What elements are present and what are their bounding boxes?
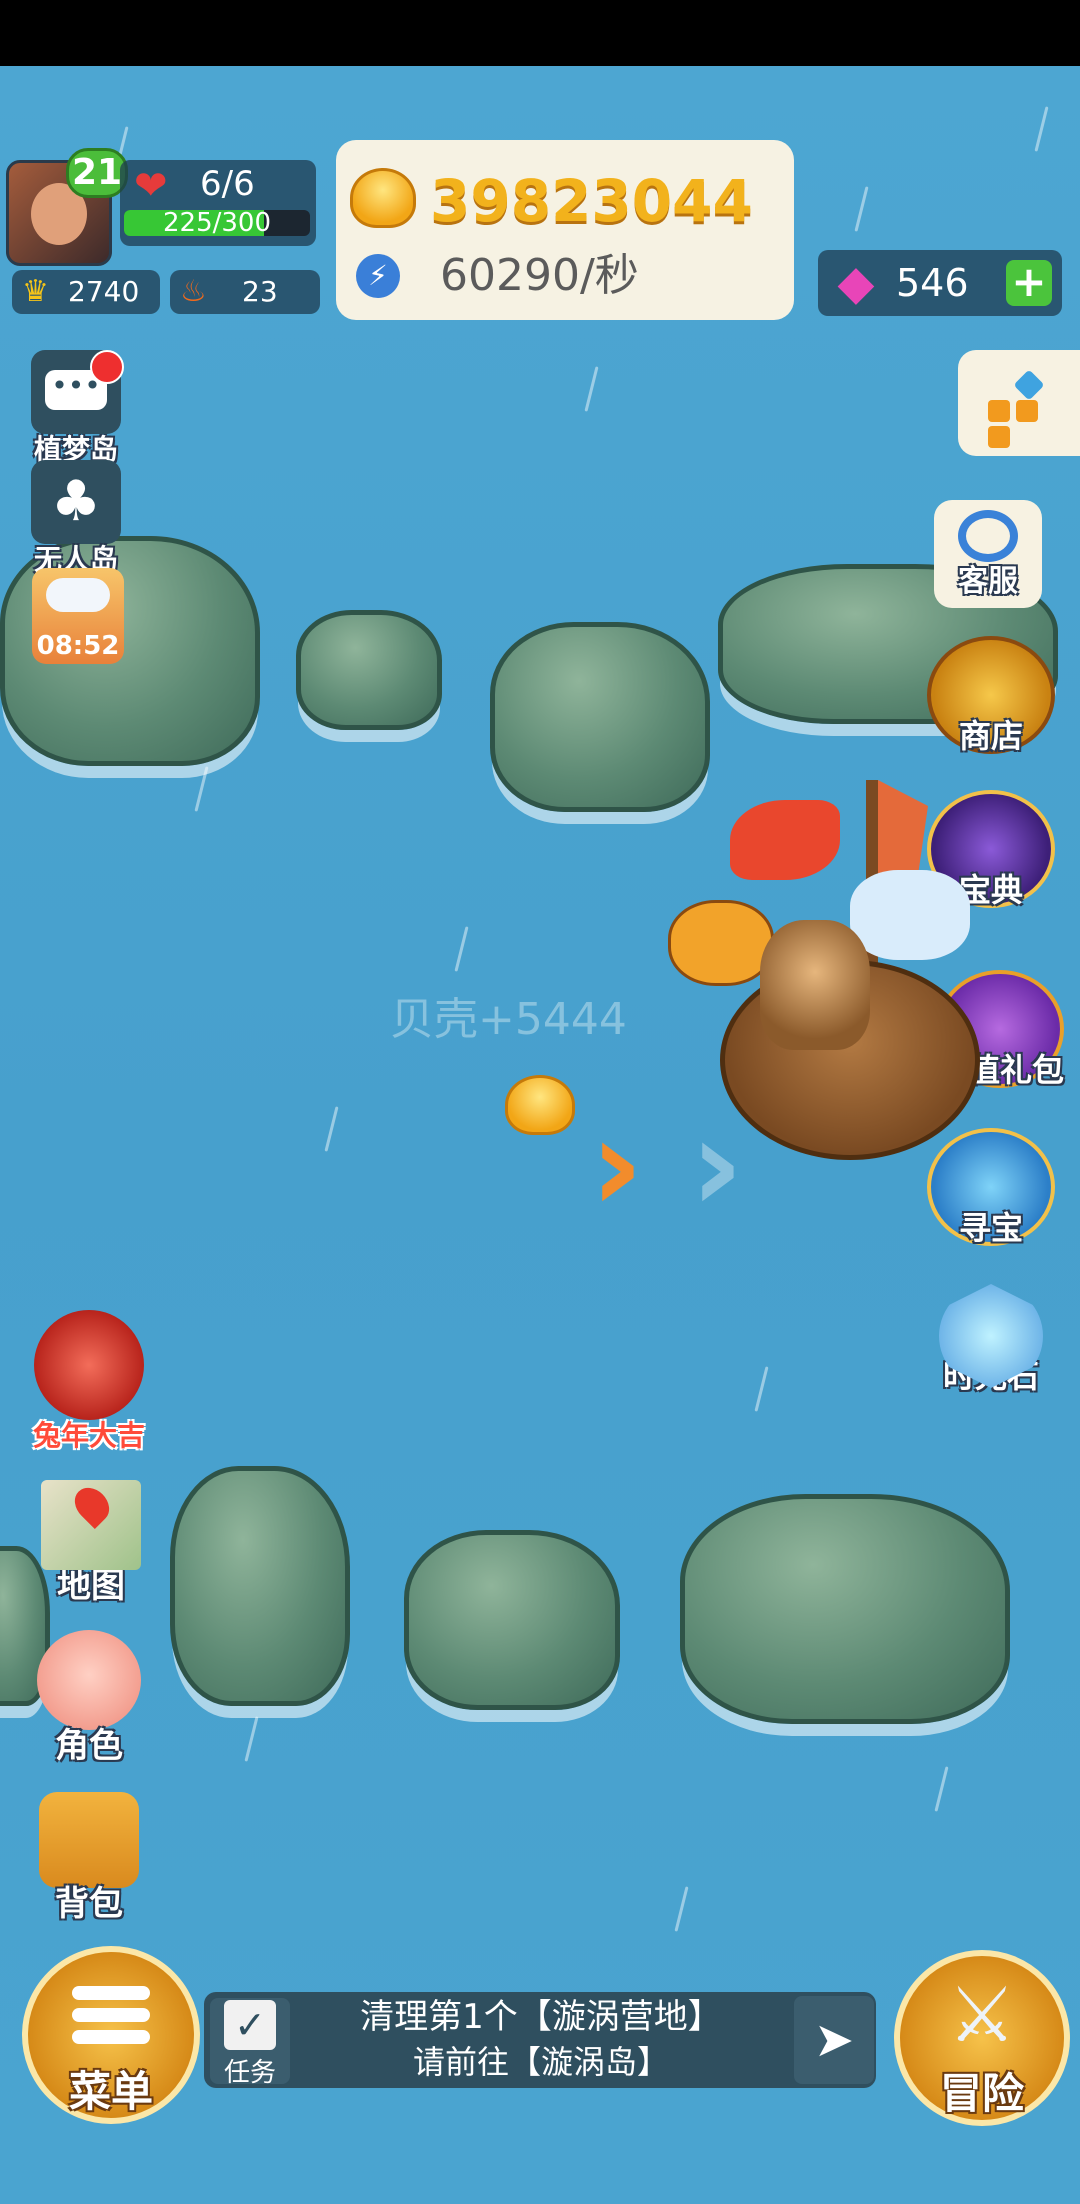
adventure-button[interactable]: ⚔ 冒险	[894, 1950, 1070, 2126]
headset-icon	[958, 510, 1018, 562]
fire-panel: ♨ 23	[170, 270, 320, 314]
map-icon	[41, 1480, 141, 1570]
rain-streak	[324, 1106, 339, 1152]
rock-island	[170, 1466, 350, 1706]
shop-label: 商店	[958, 717, 1023, 755]
dream-island-button[interactable]: ••• 植梦岛	[28, 350, 124, 466]
crown-value: 2740	[68, 275, 140, 308]
rain-streak	[244, 1716, 259, 1762]
time-stone-button[interactable]: 时光石	[926, 1284, 1056, 1394]
exp-value: 225/300	[162, 208, 271, 238]
notification-dot	[90, 350, 124, 384]
rain-streak	[584, 366, 599, 412]
rain-streak	[674, 1886, 689, 1932]
treasure-hunt-label: 寻宝	[958, 1209, 1023, 1247]
status-bar	[0, 0, 1080, 66]
main-menu-button[interactable]: 菜单	[22, 1946, 200, 2124]
heart-icon: ❤	[134, 163, 168, 209]
coin-value: 39823044	[430, 167, 753, 235]
go-arrow-icon[interactable]: ➤	[794, 1996, 874, 2084]
customer-service-button[interactable]: 客服	[934, 500, 1042, 608]
character-label: 角色	[55, 1726, 123, 1766]
backpack-icon	[39, 1792, 139, 1888]
treasure-hunt-button[interactable]: 寻宝	[926, 1128, 1056, 1246]
income-rate: 60290/秒	[440, 250, 639, 301]
backpack-label: 背包	[55, 1884, 123, 1924]
rain-streak	[194, 766, 209, 812]
shell-icon[interactable]	[505, 1075, 575, 1135]
lightning-icon: ⚡	[356, 254, 400, 298]
crossed-swords-icon: ⚔	[947, 1970, 1017, 2059]
palm-tree-icon: ♣	[31, 460, 121, 544]
rain-streak	[934, 1766, 949, 1812]
task-hint: 请前往【漩涡岛】	[412, 2043, 669, 2081]
weather-timer: 08:52	[36, 631, 120, 661]
floating-reward-text: 贝壳+5444	[390, 994, 627, 1045]
rabbit-event-button[interactable]: 兔年大吉	[24, 1310, 154, 1452]
rain-streak	[754, 1366, 769, 1412]
grid-menu-icon-part	[988, 426, 1010, 448]
task-label: 任务	[223, 2058, 276, 2088]
grid-menu-icon-part	[1013, 369, 1045, 401]
backpack-button[interactable]: 背包	[34, 1792, 144, 1924]
map-button[interactable]: 地图	[36, 1480, 146, 1606]
rock-island	[404, 1530, 620, 1710]
rock-island	[490, 622, 710, 812]
rain-streak	[454, 926, 469, 972]
rain-streak	[1034, 106, 1049, 152]
direction-arrow-ghost: ›	[690, 1089, 744, 1241]
menu-icon	[72, 1986, 150, 2052]
fire-icon: ♨	[180, 274, 207, 309]
adventure-label: 冒险	[939, 2069, 1024, 2118]
rabbit-icon	[34, 1310, 144, 1420]
phoenix-pet	[730, 800, 840, 880]
hp-value: 6/6	[200, 164, 255, 204]
main-menu-label: 菜单	[68, 2067, 153, 2116]
rabbit-event-label: 兔年大吉	[32, 1419, 145, 1452]
rock-island	[296, 610, 442, 730]
crown-icon: ♛	[22, 274, 49, 309]
gem-value: 546	[896, 261, 969, 305]
fire-value: 23	[242, 275, 278, 308]
gem-icon: ◆	[837, 255, 875, 311]
level-badge: 21	[66, 148, 128, 198]
white-bird-pet	[850, 870, 970, 960]
rain-streak	[854, 186, 869, 232]
task-clipboard-icon: ✓	[224, 2000, 276, 2050]
task-button[interactable]: ✓ 任务	[210, 1998, 290, 2088]
shop-button[interactable]: 商店	[926, 636, 1056, 754]
tiger-pet	[668, 900, 774, 986]
hero-character[interactable]	[760, 920, 870, 1050]
rock-island	[680, 1494, 1010, 1724]
add-gems-button[interactable]: +	[1006, 260, 1052, 306]
character-button[interactable]: 角色	[34, 1630, 144, 1766]
task-objective: 清理第1个【漩涡营地】	[360, 1997, 722, 2037]
character-face-icon	[37, 1630, 141, 1730]
direction-arrow: ›	[590, 1089, 644, 1241]
coin-icon	[350, 168, 416, 228]
grid-menu-icon	[988, 400, 1010, 422]
uninhabited-island-button[interactable]: ♣ 无人岛	[28, 460, 124, 576]
map-label: 地图	[57, 1566, 125, 1606]
crown-panel: ♛ 2740	[12, 270, 160, 314]
grid-menu-icon-part	[1016, 400, 1038, 422]
customer-service-label: 客服	[958, 564, 1018, 599]
grid-menu-button[interactable]	[958, 350, 1080, 456]
